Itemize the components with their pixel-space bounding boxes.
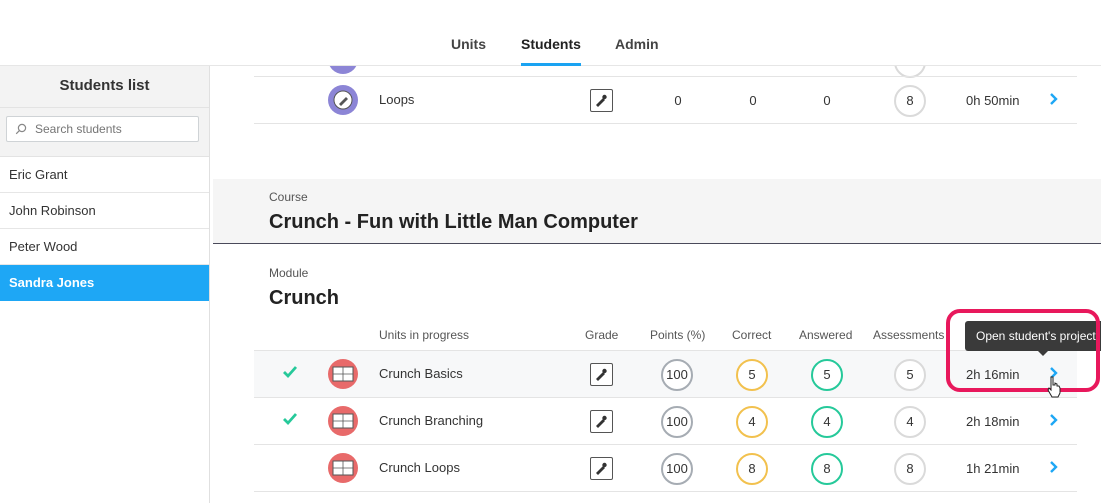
course-title: Crunch - Fun with Little Man Computer <box>269 211 638 233</box>
search-input[interactable] <box>35 119 195 139</box>
unit-icon <box>328 359 358 389</box>
chevron-right-icon[interactable] <box>1049 413 1059 427</box>
unit-icon <box>328 453 358 483</box>
search-box[interactable] <box>6 116 199 142</box>
grade-button[interactable] <box>590 457 613 480</box>
time-spent: 1h 21min <box>966 461 1020 476</box>
assessments-circle: 4 <box>894 406 926 438</box>
students-list-title: Students list <box>0 66 209 107</box>
grade-button[interactable] <box>590 89 613 112</box>
lmc-icon <box>332 366 354 382</box>
tab-units[interactable]: Units <box>451 36 486 66</box>
unit-name: Crunch Branching <box>379 413 484 428</box>
tab-students[interactable]: Students <box>521 36 581 66</box>
module-label: Module <box>269 266 309 280</box>
correct-circle: 8 <box>736 453 768 485</box>
pen-icon <box>596 368 607 381</box>
time-spent: 2h 18min <box>966 414 1020 429</box>
tab-admin[interactable]: Admin <box>615 36 659 66</box>
main-content: Loops 0 0 0 8 0h 50min Course Crunch - F… <box>210 66 1101 503</box>
correct-value: 0 <box>749 93 757 108</box>
header-assessments: Assessments <box>873 328 945 342</box>
unit-name: Crunch Loops <box>379 460 460 475</box>
unit-icon <box>328 66 358 74</box>
unit-icon <box>328 406 358 436</box>
answered-circle: 5 <box>811 359 843 391</box>
student-john-robinson[interactable]: John Robinson <box>0 193 209 229</box>
student-sandra-jones[interactable]: Sandra Jones <box>0 265 209 301</box>
students-sidebar: Students list Eric Grant John Robinson P… <box>0 66 210 503</box>
check-icon <box>283 413 298 426</box>
header-points: Points (%) <box>650 328 706 342</box>
correct-circle: 5 <box>736 359 768 391</box>
top-navigation: Units Students Admin <box>0 0 1101 66</box>
unit-name: Crunch Basics <box>379 366 463 381</box>
lmc-icon <box>332 413 354 429</box>
highlight-box <box>946 309 1100 392</box>
answered-circle: 4 <box>811 406 843 438</box>
chevron-right-icon[interactable] <box>1049 92 1059 106</box>
grade-button[interactable] <box>590 410 613 433</box>
time-spent: 0h 50min <box>966 93 1020 108</box>
header-answered: Answered <box>799 328 853 342</box>
points-circle: 100 <box>661 359 693 391</box>
pen-icon <box>596 415 607 428</box>
student-eric-grant[interactable]: Eric Grant <box>0 157 209 193</box>
table-row: Loops 0 0 0 8 0h 50min <box>254 77 1077 124</box>
answered-value: 0 <box>823 93 831 108</box>
student-peter-wood[interactable]: Peter Wood <box>0 229 209 265</box>
lmc-icon <box>332 460 354 476</box>
header-units: Units in progress <box>379 328 470 342</box>
pen-icon <box>596 94 607 107</box>
grade-button[interactable] <box>590 363 613 386</box>
search-area <box>0 107 209 157</box>
module-title: Crunch <box>269 287 339 309</box>
search-icon <box>15 123 27 135</box>
pen-icon <box>333 90 353 110</box>
check-icon <box>283 366 298 379</box>
unit-icon <box>328 85 358 115</box>
points-value: 0 <box>674 93 682 108</box>
table-row: Crunch Loops 100 8 8 8 1h 21min <box>254 445 1077 492</box>
points-circle: 100 <box>661 453 693 485</box>
unit-name: Loops <box>379 92 415 107</box>
course-label: Course <box>269 190 308 204</box>
header-grade: Grade <box>585 328 619 342</box>
hand-cursor-icon <box>1047 376 1061 398</box>
points-circle: 100 <box>661 406 693 438</box>
answered-circle: 8 <box>811 453 843 485</box>
assessments-circle: 5 <box>894 359 926 391</box>
assessments-circle: 8 <box>894 453 926 485</box>
header-correct: Correct <box>732 328 772 342</box>
correct-circle: 4 <box>736 406 768 438</box>
pen-icon <box>596 462 607 475</box>
chevron-right-icon[interactable] <box>1049 460 1059 474</box>
divider <box>254 123 1077 124</box>
assessments-circle: 8 <box>894 85 926 117</box>
divider <box>254 491 1077 492</box>
table-row: Crunch Branching 100 4 4 4 2h 18min <box>254 398 1077 445</box>
